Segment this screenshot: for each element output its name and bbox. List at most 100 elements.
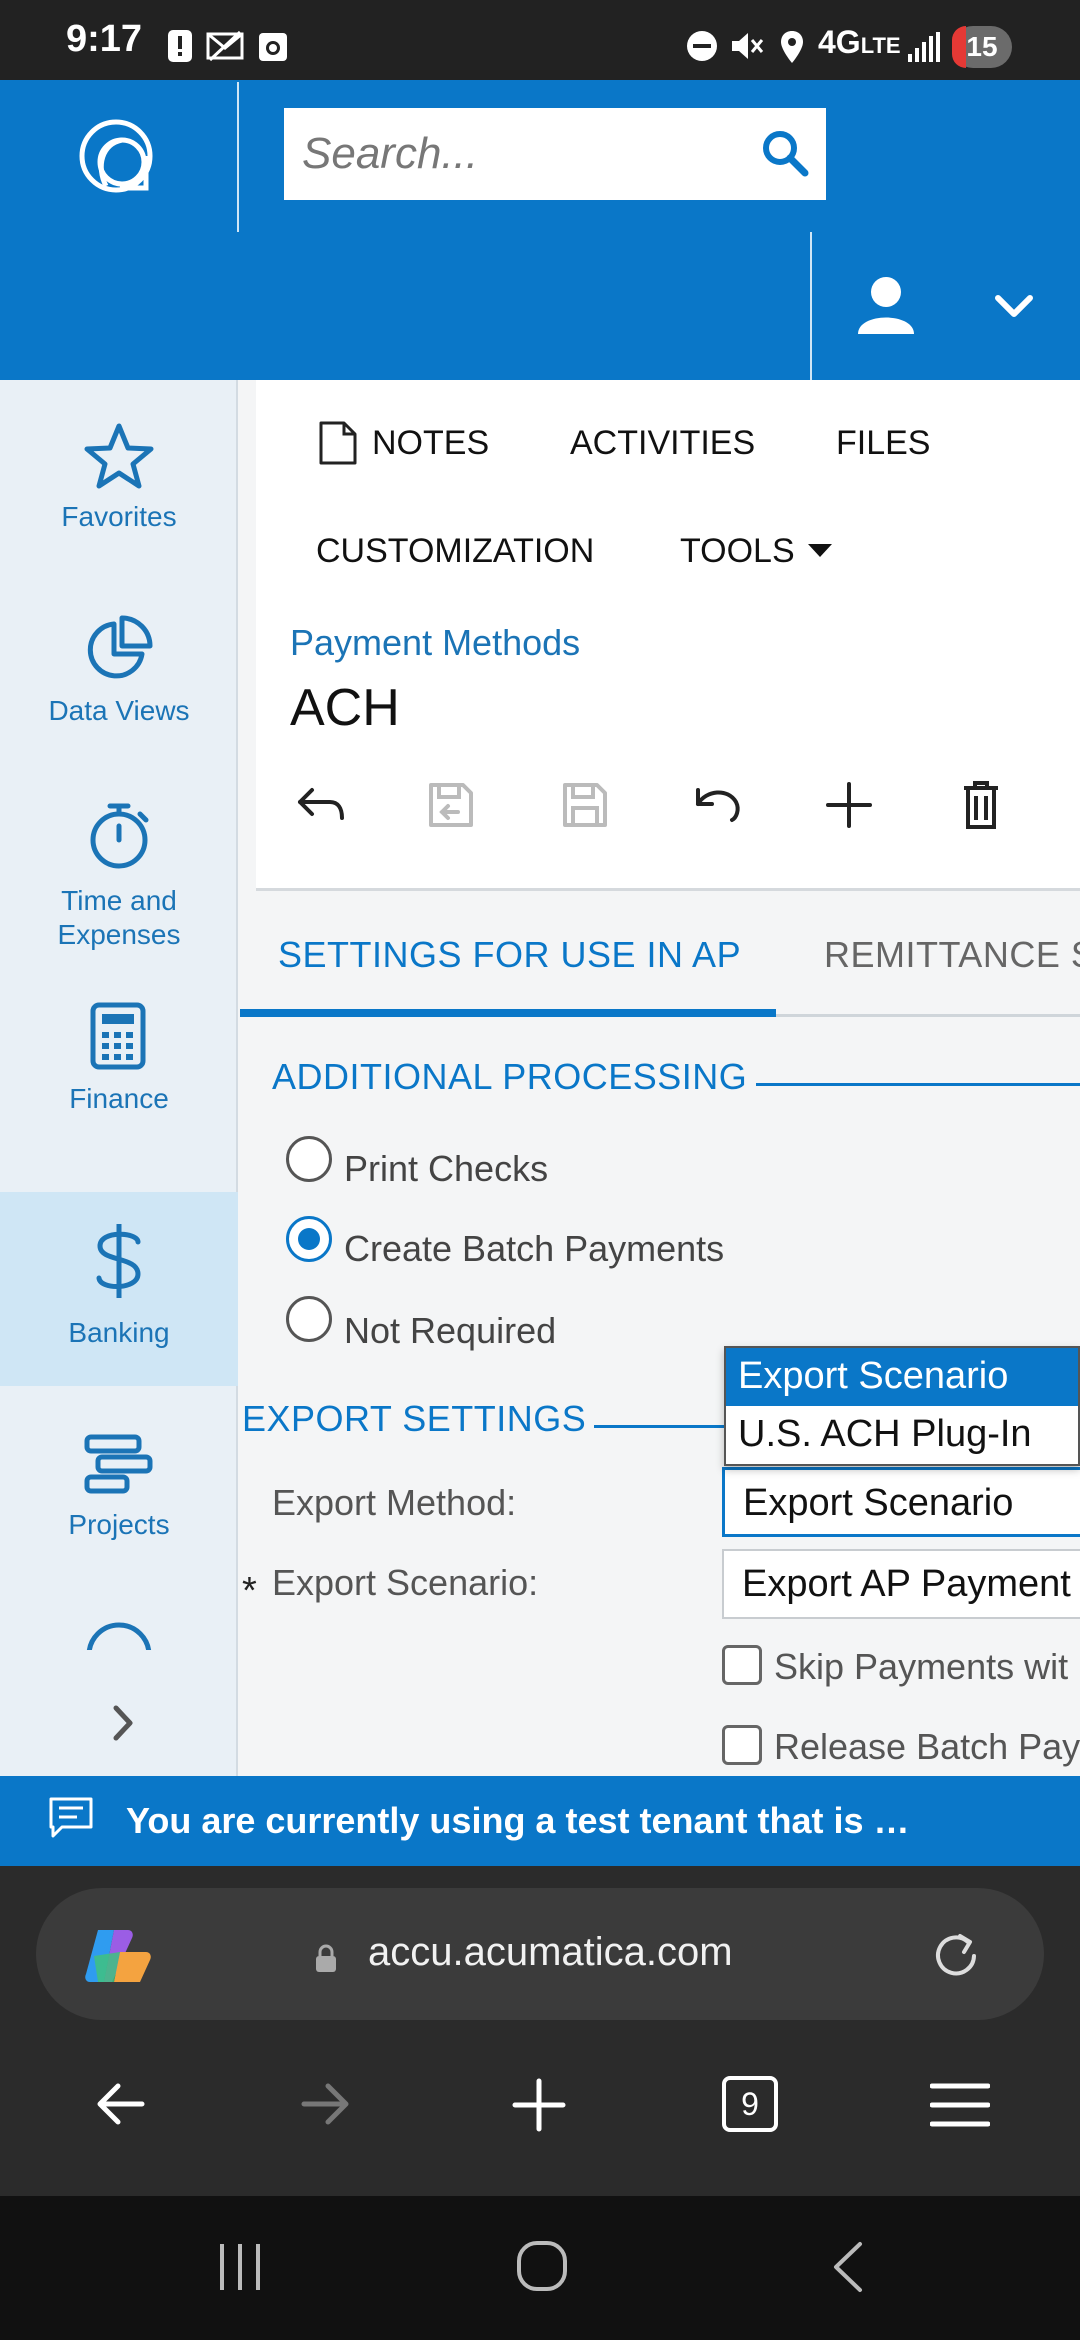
copilot-icon[interactable] <box>84 1926 154 1986</box>
notes-button[interactable]: NOTES <box>372 424 489 463</box>
required-mark: * <box>242 1570 257 1612</box>
banner-text: You are currently using a test tenant th… <box>126 1800 910 1841</box>
tabs-count-icon[interactable]: 9 <box>722 2076 778 2132</box>
calculator-icon <box>90 1002 146 1070</box>
tab-remittance-settings[interactable]: REMITTANCE S <box>824 934 1080 976</box>
export-settings-heading: EXPORT SETTINGS <box>242 1398 587 1439</box>
address-bar[interactable]: accu.acumatica.com <box>36 1888 1044 2020</box>
add-icon[interactable] <box>826 782 872 828</box>
not-required-radio[interactable] <box>286 1296 332 1342</box>
user-icon[interactable] <box>856 274 916 334</box>
radio-label[interactable]: Create Batch Payments <box>344 1228 724 1270</box>
delete-icon[interactable] <box>962 780 1000 830</box>
export-method-select[interactable]: Export Scenario <box>722 1467 1080 1537</box>
new-tab-icon[interactable] <box>512 2078 566 2132</box>
projects-icon <box>84 1434 154 1494</box>
back-icon[interactable] <box>94 2082 146 2126</box>
skip-payments-checkbox[interactable] <box>722 1645 762 1685</box>
notes-icon[interactable] <box>318 420 358 466</box>
star-icon <box>84 422 154 490</box>
sidebar-item-label: Time and <box>61 885 177 916</box>
sidebar: Favorites Data Views Time and Expenses F… <box>0 380 238 1776</box>
export-scenario-label: Export Scenario: <box>272 1562 539 1603</box>
files-button[interactable]: FILES <box>836 424 930 463</box>
sidebar-item-label: Banking <box>68 1317 170 1348</box>
export-method-dropdown: Export Scenario U.S. ACH Plug-In <box>724 1346 1080 1466</box>
print-checks-radio[interactable] <box>286 1136 332 1182</box>
section-rule <box>756 1083 1080 1086</box>
sidebar-item-label: Projects <box>68 1509 170 1540</box>
undo-icon[interactable] <box>692 784 742 824</box>
checkbox-label[interactable]: Release Batch Pay <box>774 1726 1080 1768</box>
additional-processing-heading: ADDITIONAL PROCESSING <box>272 1056 748 1097</box>
chevron-right-icon[interactable] <box>112 1704 134 1742</box>
pie-chart-icon <box>84 614 154 684</box>
sidebar-item-favorites[interactable]: Favorites <box>0 380 238 574</box>
reload-icon[interactable] <box>928 1928 984 1984</box>
dropdown-option-us-ach-plugin[interactable]: U.S. ACH Plug-In <box>726 1406 1078 1464</box>
sidebar-item-data-views[interactable]: Data Views <box>0 574 238 768</box>
message-icon <box>48 1796 94 1840</box>
section-rule <box>594 1425 730 1428</box>
menu-icon[interactable] <box>930 2082 990 2128</box>
save-and-close-icon[interactable] <box>428 782 474 828</box>
active-tab-indicator <box>240 1009 776 1017</box>
sidebar-item-label: Data Views <box>48 695 190 726</box>
recent-apps-icon[interactable] <box>216 2242 264 2292</box>
tab-bar: SETTINGS FOR USE IN AP REMITTANCE S <box>240 892 1080 1018</box>
dropdown-option-export-scenario[interactable]: Export Scenario <box>726 1348 1078 1406</box>
status-time: 9:17 <box>66 18 143 60</box>
page-title: ACH <box>290 679 400 737</box>
sidebar-item-banking[interactable]: Banking <box>0 1192 238 1386</box>
dollar-icon <box>94 1222 144 1300</box>
sidebar-item-projects[interactable]: Projects <box>0 1386 238 1580</box>
forward-icon[interactable] <box>300 2082 352 2126</box>
sidebar-item-label-line2: Expenses <box>57 919 181 950</box>
search-icon[interactable] <box>760 128 810 178</box>
app-header <box>0 80 1080 380</box>
sidebar-item-finance[interactable]: Finance <box>0 962 238 1156</box>
checkbox-label[interactable]: Skip Payments wit <box>774 1646 1068 1688</box>
radio-label[interactable]: Print Checks <box>344 1148 548 1190</box>
chevron-down-icon[interactable] <box>994 294 1034 320</box>
save-icon[interactable] <box>562 782 608 828</box>
export-method-label: Export Method: <box>272 1482 517 1523</box>
browser-toolbar: accu.acumatica.com 9 <box>0 1866 1080 2196</box>
alert-icon <box>168 30 192 62</box>
acumatica-logo-icon[interactable] <box>76 116 156 196</box>
url-text[interactable]: accu.acumatica.com <box>368 1930 733 1975</box>
search-input[interactable] <box>284 108 724 200</box>
create-batch-payments-radio[interactable] <box>286 1216 332 1262</box>
network-type: 4GLTE <box>818 24 901 60</box>
caret-down-icon[interactable] <box>808 544 832 558</box>
tab-settings-for-use-in-ap[interactable]: SETTINGS FOR USE IN AP <box>278 934 741 976</box>
more-module-icon[interactable] <box>84 1620 154 1650</box>
tab-baseline <box>776 1014 1080 1017</box>
home-icon[interactable] <box>516 2240 568 2292</box>
sidebar-item-label: Finance <box>69 1083 169 1114</box>
test-tenant-banner[interactable]: You are currently using a test tenant th… <box>0 1776 1080 1866</box>
release-batch-checkbox[interactable] <box>722 1725 762 1765</box>
location-icon <box>780 30 804 64</box>
lock-icon <box>314 1944 338 1974</box>
breadcrumb[interactable]: Payment Methods <box>290 622 580 664</box>
search-box[interactable] <box>284 108 826 200</box>
radio-label[interactable]: Not Required <box>344 1310 556 1352</box>
do-not-disturb-icon <box>686 30 718 62</box>
export-scenario-selector[interactable]: Export AP Payment <box>722 1549 1080 1619</box>
sidebar-item-time-and-expenses[interactable]: Time and Expenses <box>0 768 238 962</box>
stopwatch-icon <box>86 800 152 870</box>
calendar-icon <box>258 30 288 62</box>
back-arrow-icon[interactable] <box>296 784 346 824</box>
header-divider <box>237 82 239 232</box>
notification-badge: 15 <box>952 26 1012 68</box>
system-back-icon[interactable] <box>830 2240 866 2294</box>
system-navigation-bar <box>0 2196 1080 2340</box>
header-divider-right <box>810 232 812 380</box>
signal-icon <box>908 32 940 62</box>
customization-button[interactable]: CUSTOMIZATION <box>316 532 594 571</box>
mute-icon <box>730 30 766 62</box>
status-bar: 9:17 4GLTE 15 <box>0 0 1080 80</box>
activities-button[interactable]: ACTIVITIES <box>570 424 755 463</box>
tools-button[interactable]: TOOLS <box>680 532 795 571</box>
